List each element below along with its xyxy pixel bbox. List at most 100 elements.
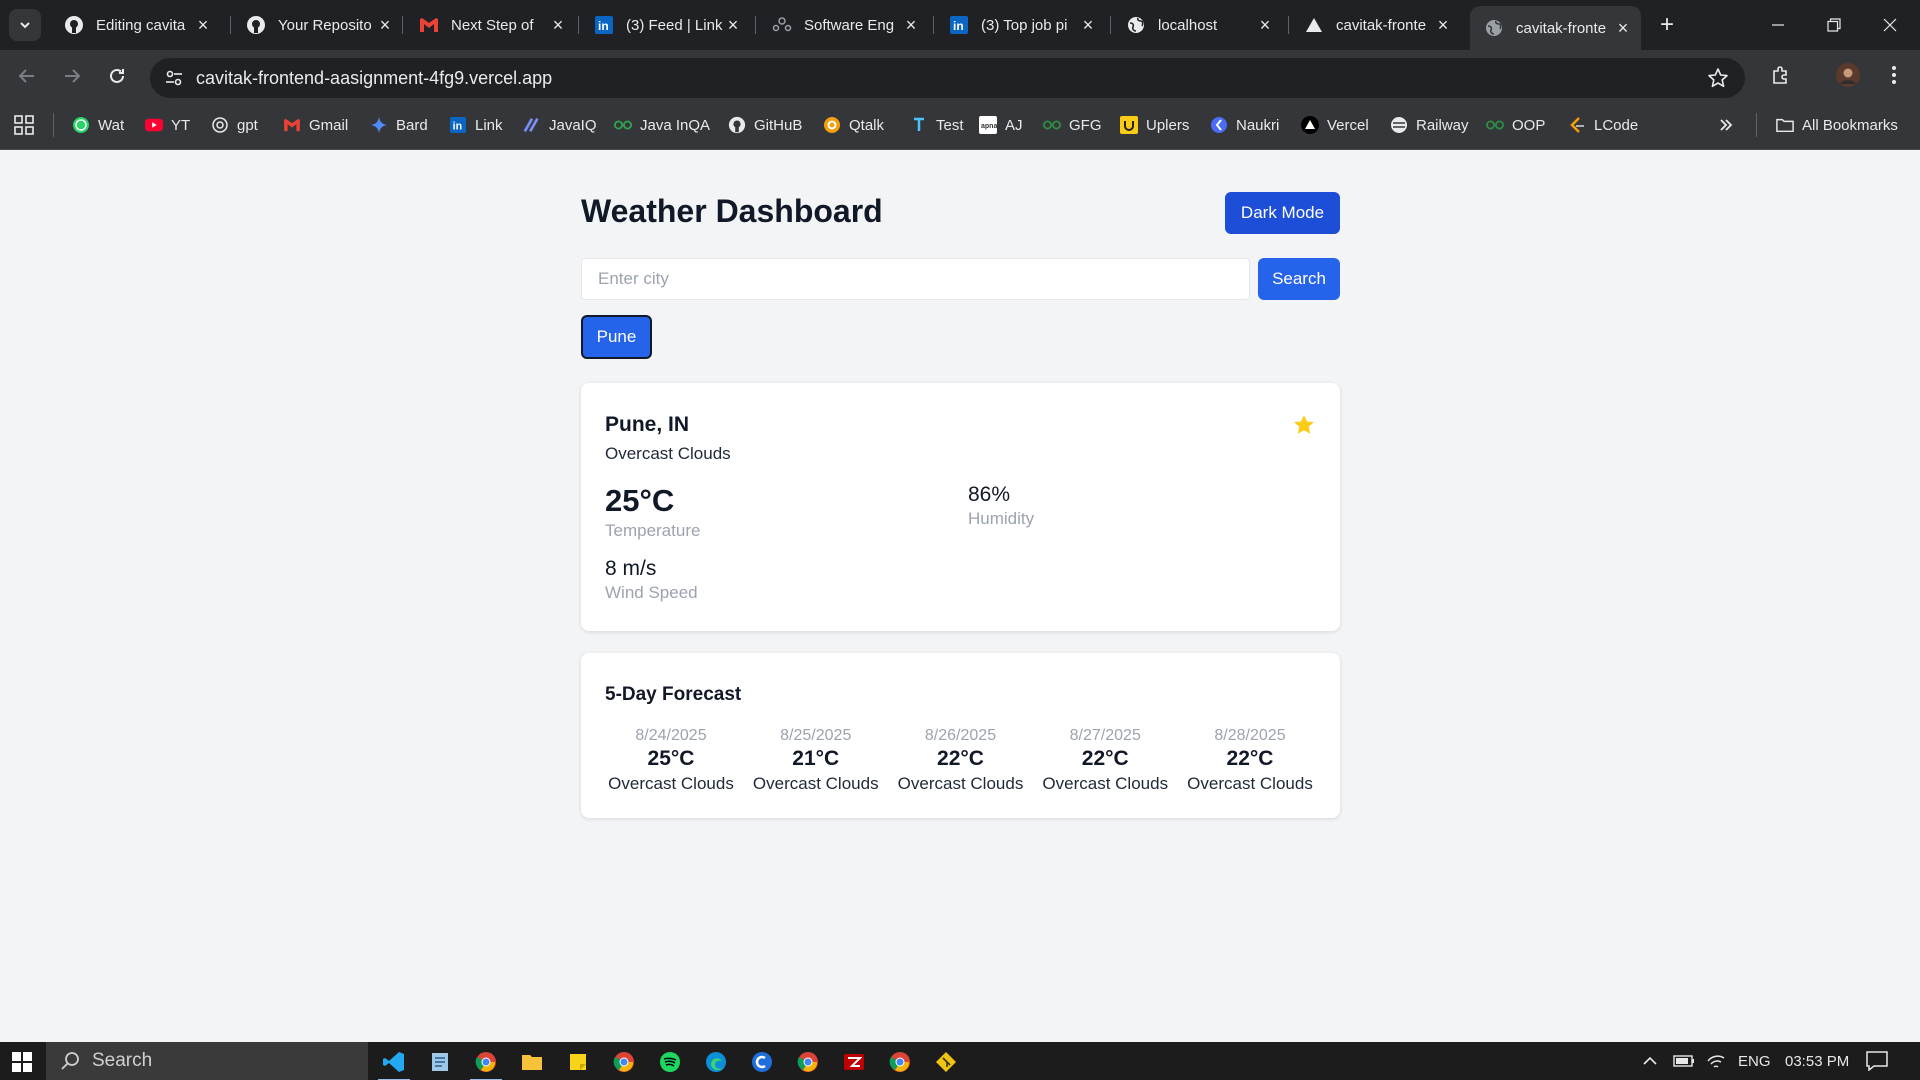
- bookmark-item[interactable]: Naukri: [1210, 112, 1279, 138]
- bookmark-item[interactable]: Test: [910, 112, 964, 138]
- bookmark-item[interactable]: YT: [145, 112, 190, 138]
- arrow-right-icon: [65, 69, 81, 83]
- vscode-icon[interactable]: [374, 1046, 414, 1080]
- more-bookmarks-button[interactable]: [1718, 112, 1734, 138]
- forecast-day: 8/27/2025 22°C Overcast Clouds: [1039, 727, 1171, 794]
- bookmark-item[interactable]: Wat: [72, 112, 124, 138]
- forward-button[interactable]: [56, 60, 88, 92]
- chrome-profile-icon[interactable]: [604, 1046, 644, 1078]
- reload-icon: [110, 68, 124, 83]
- search-icon: [61, 1052, 79, 1070]
- bookmark-item[interactable]: GitHuB: [728, 112, 802, 138]
- favorite-city-chip[interactable]: Pune: [581, 315, 652, 359]
- site-settings-icon[interactable]: [164, 68, 184, 88]
- taskbar-search[interactable]: Search: [46, 1042, 368, 1080]
- browser-tab[interactable]: cavitak-fronte ×: [1290, 8, 1461, 42]
- browser-tab[interactable]: in (3) Top job pi ×: [935, 8, 1106, 42]
- bookmark-item[interactable]: Railway: [1390, 112, 1469, 138]
- apps-button[interactable]: [14, 112, 34, 138]
- language-indicator[interactable]: ENG: [1738, 1042, 1771, 1080]
- bookmark-item[interactable]: OOP: [1486, 112, 1545, 138]
- close-icon[interactable]: ×: [1255, 15, 1275, 35]
- bookmark-item[interactable]: Gmail: [283, 112, 348, 138]
- tab-title: (3) Feed | Link: [626, 16, 723, 34]
- close-icon: [1883, 18, 1897, 32]
- bookmark-item[interactable]: Java InQA: [614, 112, 710, 138]
- forecast-day: 8/26/2025 22°C Overcast Clouds: [895, 727, 1027, 794]
- temperature-value: 25°C: [605, 483, 675, 518]
- bookmark-item[interactable]: Uplers: [1120, 112, 1189, 138]
- city-search-input[interactable]: [581, 258, 1250, 300]
- bookmark-item[interactable]: LCode: [1568, 112, 1638, 138]
- extensions-button[interactable]: [1765, 59, 1797, 91]
- java-inqa-icon: [614, 116, 632, 134]
- close-icon[interactable]: ×: [723, 15, 743, 35]
- cursor-icon[interactable]: [742, 1046, 782, 1078]
- bookmark-item[interactable]: Vercel: [1301, 112, 1369, 138]
- forecast-title: 5-Day Forecast: [605, 684, 742, 705]
- bookmark-item[interactable]: in Link: [449, 112, 503, 138]
- close-icon[interactable]: ×: [1433, 15, 1453, 35]
- browser-tab[interactable]: Your Reposito ×: [232, 8, 403, 42]
- globe-icon: [1484, 18, 1504, 38]
- back-button[interactable]: [11, 60, 43, 92]
- new-tab-button[interactable]: +: [1652, 10, 1682, 40]
- reload-button[interactable]: [101, 60, 133, 92]
- edge-icon[interactable]: [696, 1046, 736, 1078]
- bookmark-star-icon[interactable]: [1707, 67, 1729, 89]
- web-page: Weather Dashboard Dark Mode Search Pune …: [0, 151, 1920, 1042]
- restore-button[interactable]: [1806, 0, 1862, 50]
- close-icon[interactable]: ×: [1078, 15, 1098, 35]
- spotify-icon[interactable]: [650, 1046, 690, 1078]
- bookmark-item[interactable]: gpt: [211, 112, 258, 138]
- sticky-notes-icon[interactable]: [558, 1046, 598, 1078]
- tab-search-button[interactable]: [9, 9, 41, 41]
- favorite-star-icon[interactable]: [1292, 413, 1316, 437]
- close-icon[interactable]: ×: [375, 15, 395, 35]
- bookmark-item[interactable]: JavaIQ: [523, 112, 597, 138]
- browser-menu-button[interactable]: [1878, 59, 1910, 91]
- git-icon[interactable]: [926, 1046, 966, 1078]
- github-icon: [246, 15, 266, 35]
- bookmark-item[interactable]: apna AJ: [979, 112, 1023, 138]
- chrome-profile-2-icon[interactable]: [788, 1046, 828, 1078]
- browser-tab[interactable]: Next Step of ×: [405, 8, 576, 42]
- chrome-profile-3-icon[interactable]: [880, 1046, 920, 1078]
- notepad-icon[interactable]: [420, 1046, 460, 1078]
- vercel-icon: [1304, 15, 1324, 35]
- close-icon[interactable]: ×: [548, 15, 568, 35]
- wifi-icon[interactable]: [1706, 1042, 1726, 1080]
- tray-expand-button[interactable]: [1642, 1042, 1658, 1080]
- profile-avatar[interactable]: [1832, 59, 1864, 91]
- clock[interactable]: 03:53 PM: [1785, 1042, 1849, 1080]
- bookmark-item[interactable]: Qtalk: [823, 112, 884, 138]
- file-explorer-icon[interactable]: [512, 1046, 552, 1078]
- minimize-button[interactable]: [1750, 0, 1806, 50]
- dark-mode-button[interactable]: Dark Mode: [1225, 192, 1340, 234]
- all-bookmarks-label: All Bookmarks: [1802, 116, 1898, 134]
- tab-divider: [755, 16, 756, 34]
- bookmark-label: Wat: [98, 116, 125, 134]
- browser-tab[interactable]: Software Eng ×: [758, 8, 929, 42]
- browser-tab[interactable]: localhost ×: [1112, 8, 1283, 42]
- bookmark-item[interactable]: Bard: [370, 112, 428, 138]
- address-bar[interactable]: cavitak-frontend-aasignment-4fg9.vercel.…: [150, 58, 1745, 98]
- browser-tab-active[interactable]: cavitak-fronte ×: [1470, 6, 1641, 50]
- close-icon[interactable]: ×: [193, 15, 213, 35]
- gmail-icon: [283, 116, 301, 134]
- browser-tab[interactable]: in (3) Feed | Link ×: [580, 8, 751, 42]
- chrome-icon[interactable]: [466, 1046, 506, 1080]
- filezilla-icon[interactable]: [834, 1046, 874, 1078]
- windows-start-icon[interactable]: [12, 1052, 32, 1072]
- battery-icon[interactable]: [1673, 1042, 1695, 1080]
- window-close-button[interactable]: [1862, 0, 1918, 50]
- browser-tab[interactable]: Editing cavita ×: [50, 8, 221, 42]
- bookmark-label: Uplers: [1146, 116, 1190, 134]
- tab-title: Next Step of: [451, 16, 534, 34]
- search-button[interactable]: Search: [1258, 258, 1340, 300]
- close-icon[interactable]: ×: [1613, 18, 1633, 38]
- close-icon[interactable]: ×: [901, 15, 921, 35]
- all-bookmarks-button[interactable]: All Bookmarks: [1776, 112, 1898, 138]
- bookmark-item[interactable]: GFG: [1043, 112, 1102, 138]
- notifications-button[interactable]: [1866, 1042, 1888, 1080]
